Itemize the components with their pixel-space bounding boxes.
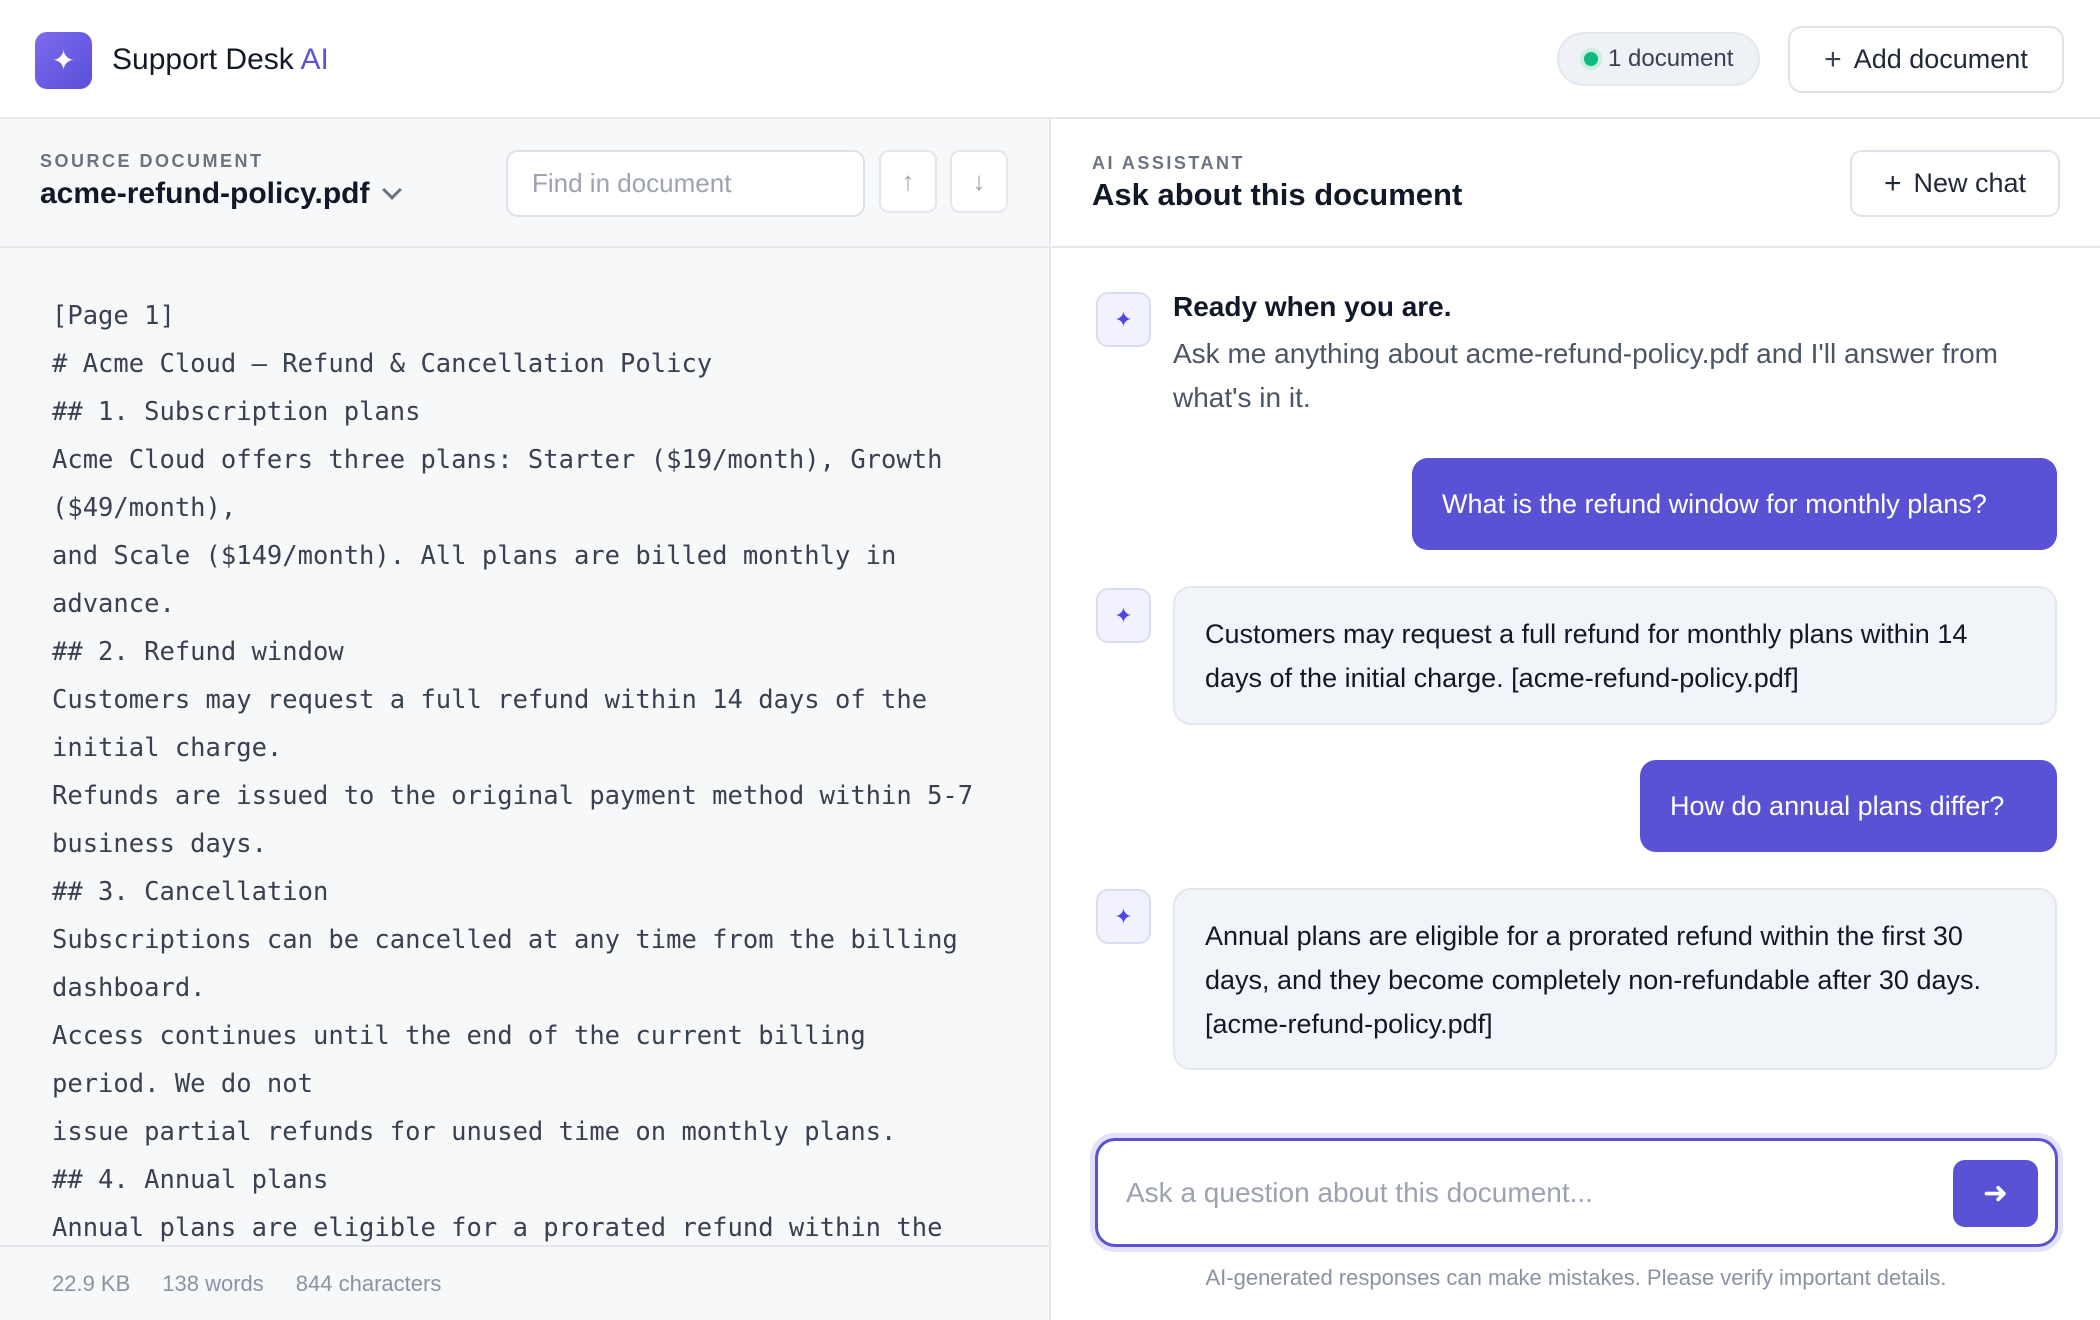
document-line: dashboard. — [52, 973, 206, 1003]
welcome-text: Ask me anything about acme-refund-policy… — [1173, 338, 1999, 413]
sparkle-logo-icon: ✦ — [35, 32, 92, 89]
document-stats-bar: 22.9 KB 138 words 844 characters — [0, 1245, 1049, 1320]
send-button[interactable]: ➜ — [1953, 1160, 2038, 1227]
find-in-document-input[interactable] — [506, 150, 865, 217]
ai-disclaimer: AI-generated responses can make mistakes… — [1205, 1265, 1947, 1290]
plus-icon: + — [1883, 166, 1902, 200]
document-line: issue partial refunds for unused time on… — [52, 1117, 897, 1147]
document-line: ## 3. Cancellation — [52, 877, 329, 907]
file-size: 22.9 KB — [52, 1270, 131, 1296]
arrow-down-icon: ↓ — [972, 166, 986, 196]
source-document-header: SOURCE DOCUMENT acme-refund-policy.pdf ↑… — [0, 119, 1049, 248]
document-line: ($49/month), — [52, 493, 237, 523]
app-brand: Support Desk AI — [112, 40, 329, 80]
assistant-title: Ask about this document — [1092, 177, 1463, 212]
document-line: Annual plans are eligible for a prorated… — [52, 1213, 943, 1242]
brand-accent: AI — [300, 43, 329, 76]
assistant-header: AI ASSISTANT Ask about this document + N… — [1052, 119, 2100, 248]
document-line: Subscriptions can be cancelled at any ti… — [52, 925, 958, 955]
document-line: business days. — [52, 829, 267, 859]
document-line: ## 2. Refund window — [52, 637, 344, 667]
chat-composer: ➜ — [1095, 1138, 2058, 1247]
user-message: What is the refund window for monthly pl… — [1412, 458, 2057, 550]
assistant-avatar-icon: ✦ — [1096, 588, 1151, 643]
arrow-up-icon: ↑ — [901, 166, 915, 196]
assistant-message: Annual plans are eligible for a prorated… — [1173, 888, 2057, 1070]
document-line: Acme Cloud offers three plans: Starter (… — [52, 445, 943, 475]
source-eyebrow: SOURCE DOCUMENT — [40, 151, 264, 171]
document-line: initial charge. — [52, 733, 283, 763]
source-document-pane: SOURCE DOCUMENT acme-refund-policy.pdf ↑… — [0, 119, 1051, 1320]
new-chat-button[interactable]: + New chat — [1850, 150, 2060, 217]
assistant-message: Customers may request a full refund for … — [1173, 586, 2057, 725]
file-name: acme-refund-policy.pdf — [40, 177, 370, 210]
chevron-down-icon — [382, 180, 403, 200]
document-line: Customers may request a full refund with… — [52, 685, 928, 715]
document-line: period. We do not — [52, 1069, 313, 1099]
assistant-avatar-icon: ✦ — [1096, 889, 1151, 944]
user-message: How do annual plans differ? — [1640, 760, 2057, 852]
document-line: advance. — [52, 589, 175, 619]
welcome-title: Ready when you are. — [1173, 291, 1452, 322]
document-line: ## 1. Subscription plans — [52, 397, 421, 427]
next-match-button[interactable]: ↓ — [950, 150, 1008, 213]
plus-icon: + — [1824, 42, 1842, 76]
document-line: Access continues until the end of the cu… — [52, 1021, 866, 1051]
document-line: [Page 1] — [52, 301, 175, 331]
new-chat-label: New chat — [1913, 168, 2027, 198]
document-line: ## 4. Annual plans — [52, 1165, 329, 1195]
add-document-button[interactable]: + Add document — [1788, 26, 2064, 93]
previous-match-button[interactable]: ↑ — [879, 150, 937, 213]
word-count: 138 words — [162, 1270, 264, 1296]
document-line: Refunds are issued to the original payme… — [52, 781, 974, 811]
assistant-eyebrow: AI ASSISTANT — [1092, 153, 1246, 173]
file-selector[interactable]: acme-refund-policy.pdf — [40, 177, 403, 211]
documents-count-label: 1 document — [1608, 45, 1734, 72]
document-line: and Scale ($149/month). All plans are bi… — [52, 541, 897, 571]
document-line: # Acme Cloud — Refund & Cancellation Pol… — [52, 349, 713, 379]
question-input[interactable] — [1126, 1163, 1906, 1223]
documents-count-badge[interactable]: 1 document — [1557, 32, 1761, 86]
arrow-right-icon: ➜ — [1982, 1177, 2009, 1210]
brand-name: Support Desk — [112, 43, 294, 76]
top-bar: ✦ Support Desk AI 1 document + Add docum… — [0, 0, 2100, 119]
status-dot-icon — [1584, 52, 1598, 66]
add-document-label: Add document — [1853, 44, 2028, 74]
character-count: 844 characters — [295, 1270, 442, 1296]
document-content: [Page 1] # Acme Cloud — Refund & Cancella… — [52, 292, 1012, 1242]
assistant-avatar-icon: ✦ — [1096, 292, 1151, 347]
